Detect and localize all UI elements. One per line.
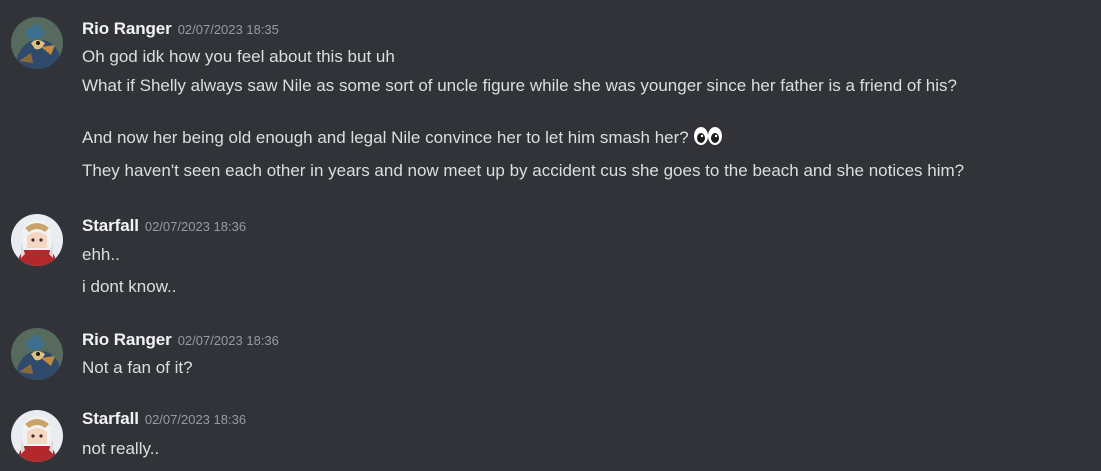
avatar[interactable] <box>11 410 63 462</box>
message-text: i dont know.. <box>82 277 177 296</box>
avatar[interactable] <box>11 17 63 69</box>
message-text: And now her being old enough and legal N… <box>82 128 689 147</box>
starfall-avatar-icon <box>11 410 63 462</box>
timestamp[interactable]: 02/07/2023 18:35 <box>178 22 279 37</box>
avatar[interactable] <box>11 214 63 266</box>
timestamp[interactable]: 02/07/2023 18:36 <box>145 412 246 427</box>
message-text: They haven't seen each other in years an… <box>82 161 965 180</box>
chat-log: Rio Ranger 02/07/2023 18:35 Oh god idk ho… <box>0 0 1101 471</box>
timestamp[interactable]: 02/07/2023 18:36 <box>145 219 246 234</box>
rio-ranger-avatar-icon <box>11 17 63 69</box>
timestamp[interactable]: 02/07/2023 18:36 <box>178 333 279 348</box>
message-text: Not a fan of it? <box>82 358 193 377</box>
message-header: Rio Ranger 02/07/2023 18:35 <box>82 19 279 41</box>
username[interactable]: Starfall <box>82 409 139 428</box>
message-header: Rio Ranger 02/07/2023 18:36 <box>82 330 279 352</box>
message-text: not really.. <box>82 439 160 458</box>
username[interactable]: Rio Ranger <box>82 330 172 349</box>
message-header: Starfall 02/07/2023 18:36 <box>82 216 246 238</box>
message-header: Starfall 02/07/2023 18:36 <box>82 409 246 431</box>
starfall-avatar-icon <box>11 214 63 266</box>
username[interactable]: Starfall <box>82 216 139 235</box>
eyes-emoji-icon[interactable] <box>693 126 723 152</box>
rio-ranger-avatar-icon <box>11 328 63 380</box>
username[interactable]: Rio Ranger <box>82 19 172 38</box>
avatar[interactable] <box>11 328 63 380</box>
message-text-with-emoji: And now her being old enough and legal N… <box>82 126 723 152</box>
message-text: ehh.. <box>82 245 120 264</box>
message-text: Oh god idk how you feel about this but u… <box>82 47 395 66</box>
message-text: What if Shelly always saw Nile as some s… <box>82 76 957 95</box>
